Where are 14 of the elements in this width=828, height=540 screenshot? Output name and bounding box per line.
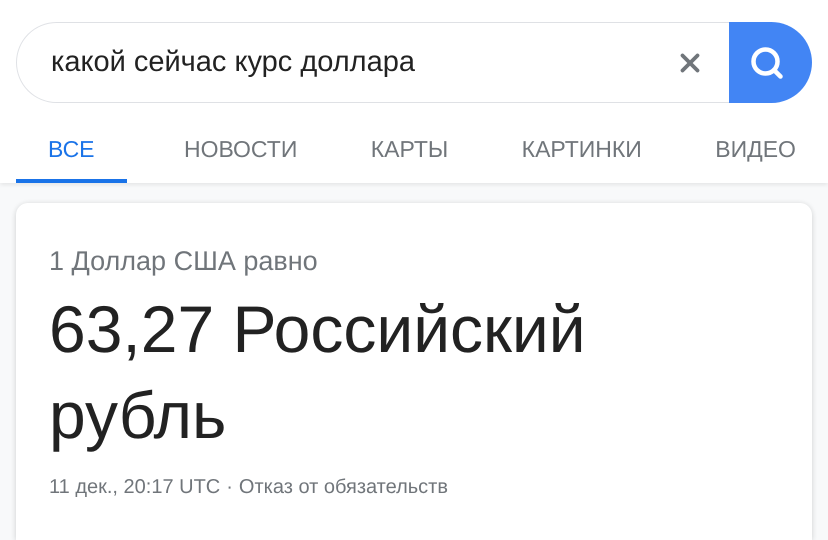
search-input: какой сейчас курс доллара (51, 40, 675, 84)
conversion-label: 1 Доллар США равно (49, 245, 319, 278)
tab[interactable]: ВСЕ (16, 119, 127, 183)
timestamp: 11 дек., 20:17 UTC (49, 474, 220, 500)
tab[interactable]: КАРТИНКИ (506, 119, 658, 183)
search-field[interactable]: какой сейчас курс доллара (16, 22, 729, 103)
disclaimer-link[interactable]: Отказ от обязательств (238, 472, 448, 502)
tab[interactable]: НОВОСТИ (168, 119, 314, 183)
tab[interactable]: КАРТЫ (354, 119, 464, 183)
tab[interactable]: ВИДЕО (699, 119, 812, 183)
search-icon (748, 44, 784, 80)
search-button[interactable] (729, 22, 812, 103)
conversion-result: 63,27 Российский рубль (49, 290, 587, 454)
separator: · (226, 474, 233, 500)
